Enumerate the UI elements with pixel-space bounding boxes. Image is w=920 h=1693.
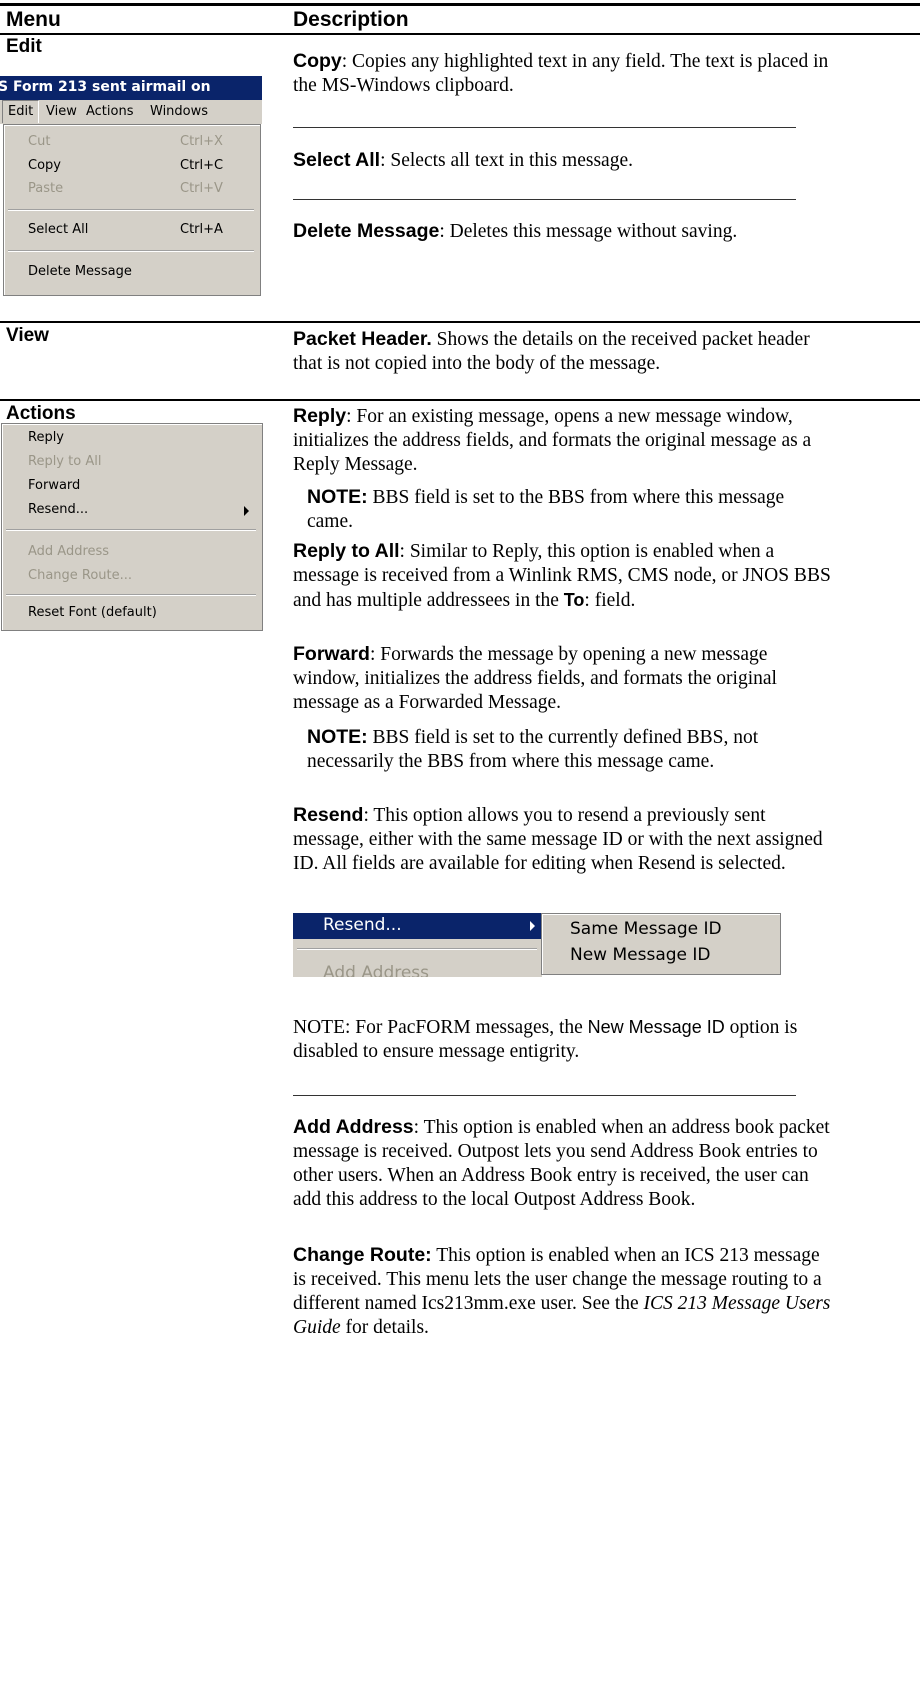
menu-item-delete-message[interactable]: Delete Message xyxy=(28,261,248,283)
section-rule xyxy=(0,399,920,401)
actions-forward-note: NOTE: BBS field is set to the currently … xyxy=(307,726,759,772)
resend-submenu: Same Message ID New Message ID xyxy=(541,913,781,975)
actions-pacform-note: NOTE: For PacFORM messages, the New Mess… xyxy=(293,1017,798,1062)
edit-menu-screenshot: S Form 213 sent airmail on Edit View Act… xyxy=(0,76,262,298)
window-title: S Form 213 sent airmail on xyxy=(0,79,211,95)
submenu-item-same-message-id[interactable]: Same Message ID xyxy=(570,918,722,940)
view-menu-label: View xyxy=(6,325,49,346)
menu-item-add-address[interactable]: Add Address xyxy=(28,541,109,563)
column-header-menu: Menu xyxy=(6,8,61,31)
actions-change-route-desc: Change Route: This option is enabled whe… xyxy=(293,1244,831,1338)
resend-highlight[interactable]: Resend... xyxy=(293,913,541,939)
submenu-arrow-icon xyxy=(244,506,249,516)
menu-item-reply-to-all[interactable]: Reply to All xyxy=(28,451,101,473)
menu-item-resend[interactable]: Resend... xyxy=(28,499,88,521)
resend-submenu-screenshot: Resend... Add Address Same Message ID Ne… xyxy=(293,913,782,977)
actions-reply-all-desc: Reply to All: Similar to Reply, this opt… xyxy=(293,540,831,611)
menubar-actions[interactable]: Actions xyxy=(86,101,134,123)
menu-item-copy[interactable]: Copy Ctrl+C xyxy=(28,155,248,177)
view-packet-header-desc: Packet Header. Shows the details on the … xyxy=(293,328,810,374)
menu-item-forward[interactable]: Forward xyxy=(28,475,80,497)
header-rule xyxy=(0,33,920,35)
column-header-description: Description xyxy=(293,8,409,31)
menubar-view[interactable]: View xyxy=(46,101,77,123)
actions-reply-note: NOTE: BBS field is set to the BBS from w… xyxy=(307,486,785,532)
top-rule xyxy=(0,3,920,6)
menu-separator xyxy=(297,948,537,950)
submenu-arrow-icon xyxy=(530,921,535,931)
menu-separator xyxy=(8,250,254,252)
menu-separator xyxy=(6,594,256,596)
edit-select-all-desc: Select All: Selects all text in this mes… xyxy=(293,149,633,171)
menubar-edit[interactable]: Edit xyxy=(2,100,40,123)
menu-item-reset-font[interactable]: Reset Font (default) xyxy=(28,602,157,624)
separator-line xyxy=(293,127,796,128)
actions-add-address-desc: Add Address: This option is enabled when… xyxy=(293,1116,830,1210)
edit-dropdown: Cut Ctrl+X Copy Ctrl+C Paste Ctrl+V Select … xyxy=(3,124,261,296)
actions-resend-desc: Resend: This option allows you to resend… xyxy=(293,804,823,874)
edit-delete-message-desc: Delete Message: Deletes this message wit… xyxy=(293,220,738,242)
menu-item-cut[interactable]: Cut Ctrl+X xyxy=(28,131,248,153)
actions-menu-screenshot: Reply Reply to All Forward Resend... Add… xyxy=(1,423,263,631)
menu-item-select-all[interactable]: Select All Ctrl+A xyxy=(28,219,248,241)
edit-copy-desc: Copy: Copies any highlighted text in any… xyxy=(293,50,829,96)
menubar-windows[interactable]: Windows xyxy=(150,101,208,123)
actions-reply-desc: Reply: For an existing message, opens a … xyxy=(293,405,812,475)
separator-line xyxy=(293,1095,796,1096)
menubar: Edit View Actions Windows xyxy=(0,100,262,124)
menu-item-change-route[interactable]: Change Route... xyxy=(28,565,132,587)
window-title-bar: S Form 213 sent airmail on xyxy=(0,76,262,100)
menu-separator xyxy=(6,529,256,531)
menu-separator xyxy=(8,209,254,211)
section-rule xyxy=(0,321,920,323)
edit-menu-label: Edit xyxy=(6,36,42,57)
actions-menu-label: Actions xyxy=(6,403,76,424)
separator-line xyxy=(293,199,796,200)
menu-item-reply[interactable]: Reply xyxy=(28,427,64,449)
submenu-item-new-message-id[interactable]: New Message ID xyxy=(570,944,711,966)
actions-forward-desc: Forward: Forwards the message by opening… xyxy=(293,643,777,713)
resend-below-item: Add Address xyxy=(323,963,430,977)
menu-item-paste[interactable]: Paste Ctrl+V xyxy=(28,178,248,200)
